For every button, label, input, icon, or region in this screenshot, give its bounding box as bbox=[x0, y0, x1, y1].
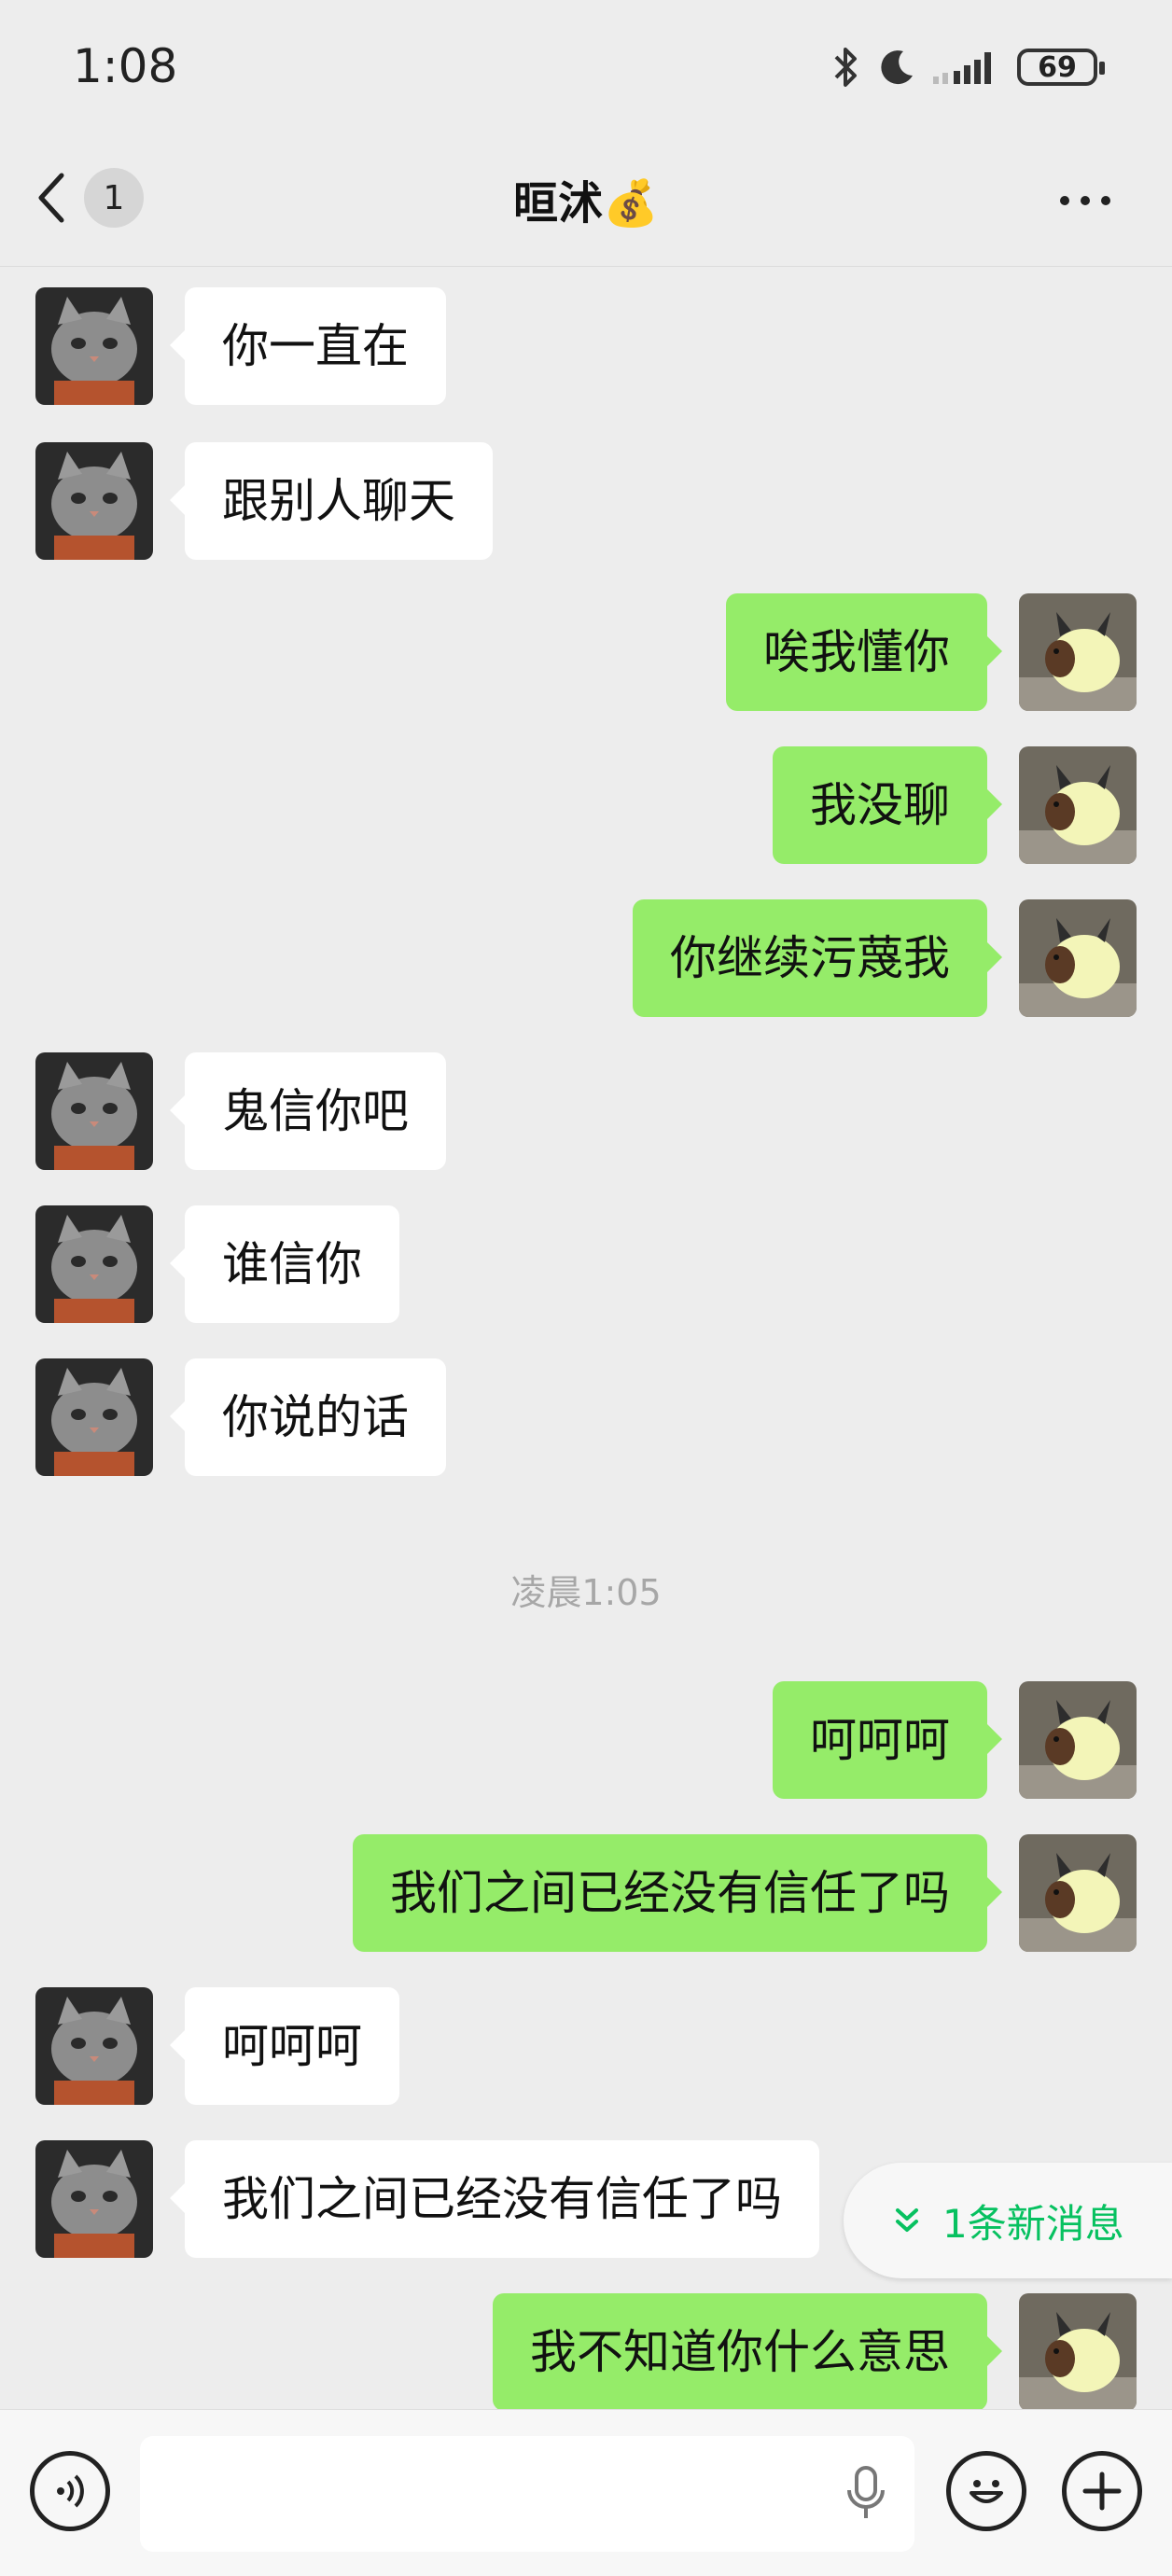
message-input[interactable] bbox=[140, 2436, 914, 2552]
message-bubble[interactable]: 谁信你 bbox=[170, 1205, 399, 1323]
message-bubble[interactable]: 你一直在 bbox=[170, 287, 446, 405]
chat-header: 1 晅沭💰 bbox=[0, 131, 1172, 267]
contact-avatar[interactable] bbox=[35, 2140, 153, 2258]
my-avatar[interactable] bbox=[1019, 1681, 1137, 1799]
plus-icon bbox=[1082, 2472, 1122, 2511]
emoji-icon bbox=[970, 2480, 1003, 2503]
more-functions-button[interactable] bbox=[1062, 2451, 1142, 2531]
chat-title: 晅沭💰 bbox=[513, 177, 659, 230]
battery-icon: 69 bbox=[1017, 49, 1105, 86]
bluetooth-icon bbox=[834, 48, 857, 87]
double-chevron-down-icon bbox=[896, 2208, 918, 2232]
message-row: 你一直在 bbox=[0, 287, 1172, 405]
voice-button[interactable] bbox=[30, 2451, 110, 2531]
message-timestamp: 凌晨1:05 bbox=[510, 1572, 662, 1613]
message-bubble[interactable]: 唉我懂你 bbox=[726, 593, 1002, 711]
message-bubble[interactable]: 我不知道你什么意思 bbox=[493, 2293, 1002, 2411]
message-row: 你继续污蔑我 bbox=[0, 899, 1172, 1017]
input-bar bbox=[0, 2409, 1172, 2576]
message-row: 唉我懂你 bbox=[0, 593, 1172, 711]
message-row: 鬼信你吧 bbox=[0, 1052, 1172, 1170]
new-messages-label: 1条新消息 bbox=[942, 2200, 1124, 2247]
contact-avatar[interactable] bbox=[35, 1205, 153, 1323]
contact-avatar[interactable] bbox=[35, 287, 153, 405]
message-bubble[interactable]: 呵呵呵 bbox=[773, 1681, 1002, 1799]
status-time: 1:08 bbox=[73, 39, 178, 93]
message-row: 谁信你 bbox=[0, 1205, 1172, 1323]
message-row: 我们之间已经没有信任了吗 bbox=[0, 1834, 1172, 1952]
signal-icon bbox=[933, 52, 991, 84]
my-avatar[interactable] bbox=[1019, 593, 1137, 711]
message-row: 呵呵呵 bbox=[0, 1987, 1172, 2105]
more-icon bbox=[1060, 196, 1069, 205]
moon-icon bbox=[881, 50, 913, 85]
my-avatar[interactable] bbox=[1019, 2293, 1137, 2411]
message-bubble[interactable]: 跟别人聊天 bbox=[170, 442, 493, 560]
message-row: 我没聊 bbox=[0, 746, 1172, 864]
my-avatar[interactable] bbox=[1019, 899, 1137, 1017]
new-messages-button[interactable]: 1条新消息 bbox=[844, 2163, 1172, 2278]
contact-avatar[interactable] bbox=[35, 1358, 153, 1476]
my-avatar[interactable] bbox=[1019, 746, 1137, 864]
message-bubble[interactable]: 我们之间已经没有信任了吗 bbox=[353, 1834, 1002, 1952]
mic-icon[interactable] bbox=[844, 2464, 888, 2524]
more-button[interactable] bbox=[1060, 187, 1125, 215]
message-row: 跟别人聊天 bbox=[0, 442, 1172, 560]
message-bubble[interactable]: 你继续污蔑我 bbox=[633, 899, 1002, 1017]
emoji-button[interactable] bbox=[946, 2451, 1026, 2531]
status-bar: 1:08 69 bbox=[0, 0, 1172, 131]
contact-avatar[interactable] bbox=[35, 1987, 153, 2105]
message-bubble[interactable]: 我没聊 bbox=[773, 746, 1002, 864]
message-row: 我不知道你什么意思 bbox=[0, 2293, 1172, 2411]
contact-avatar[interactable] bbox=[35, 1052, 153, 1170]
contact-avatar[interactable] bbox=[35, 442, 153, 560]
voice-icon bbox=[57, 2474, 84, 2508]
message-row: 你说的话 bbox=[0, 1358, 1172, 1476]
message-bubble[interactable]: 鬼信你吧 bbox=[170, 1052, 446, 1170]
status-icons: 69 bbox=[832, 41, 1105, 93]
message-row: 呵呵呵 bbox=[0, 1681, 1172, 1799]
battery-level: 69 bbox=[1038, 50, 1077, 84]
my-avatar[interactable] bbox=[1019, 1834, 1137, 1952]
message-bubble[interactable]: 呵呵呵 bbox=[170, 1987, 399, 2105]
message-bubble[interactable]: 我们之间已经没有信任了吗 bbox=[170, 2140, 819, 2258]
message-bubble[interactable]: 你说的话 bbox=[170, 1358, 446, 1476]
